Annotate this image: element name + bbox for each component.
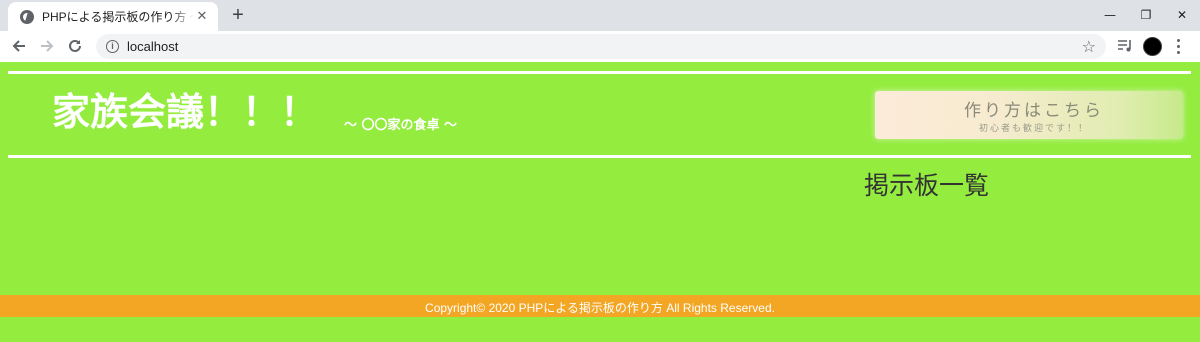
footer: Copyright© 2020 PHPによる掲示板の作り方 All Rights… — [0, 295, 1200, 317]
footer-copyright: Copyright© 2020 PHPによる掲示板の作り方 All Rights… — [425, 301, 775, 315]
new-tab-button[interactable]: + — [228, 5, 248, 25]
back-button[interactable] — [9, 36, 29, 56]
board-list-heading: 掲示板一覧 — [864, 171, 990, 200]
browser-tabstrip: PHPによる掲示板の作り方 〜ここは ✕ + — ❐ ✕ — [0, 0, 1200, 31]
minimize-button[interactable]: — — [1092, 0, 1128, 29]
tab-close-icon[interactable]: ✕ — [194, 9, 210, 25]
media-playlist-icon[interactable] — [1117, 38, 1133, 54]
tab-title: PHPによる掲示板の作り方 〜ここは — [42, 10, 194, 24]
site-subtitle: 〜 〇〇家の食卓 〜 — [344, 118, 458, 133]
arrow-right-icon — [41, 40, 54, 52]
browser-toolbar: i localhost ☆ — [0, 31, 1200, 62]
forward-button[interactable] — [37, 36, 57, 56]
globe-icon — [20, 9, 34, 24]
reload-button[interactable] — [65, 36, 85, 56]
arrow-left-icon — [12, 40, 25, 52]
window-controls: — ❐ ✕ — [1092, 0, 1200, 29]
info-icon[interactable]: i — [106, 40, 119, 53]
url-text[interactable]: localhost — [127, 39, 178, 54]
howto-button[interactable]: 作り方はこちら 初心者も歓迎です！！ — [875, 91, 1183, 139]
address-bar[interactable]: i localhost ☆ — [96, 34, 1106, 59]
kebab-menu-icon[interactable] — [1175, 37, 1181, 55]
header-bottom-rule — [8, 155, 1191, 158]
browser-tab[interactable]: PHPによる掲示板の作り方 〜ここは ✕ — [8, 2, 218, 31]
reload-icon — [69, 39, 81, 52]
howto-button-sub: 初心者も歓迎です！！ — [978, 124, 1089, 134]
close-window-button[interactable]: ✕ — [1164, 0, 1200, 29]
bookmark-star-icon[interactable]: ☆ — [1082, 37, 1096, 56]
header-top-rule — [8, 71, 1191, 74]
profile-avatar-icon[interactable] — [1143, 37, 1162, 56]
howto-button-label: 作り方はこちら — [964, 101, 1104, 121]
site-title: 家族会議！！！ — [52, 90, 319, 134]
restore-button[interactable]: ❐ — [1128, 0, 1164, 29]
